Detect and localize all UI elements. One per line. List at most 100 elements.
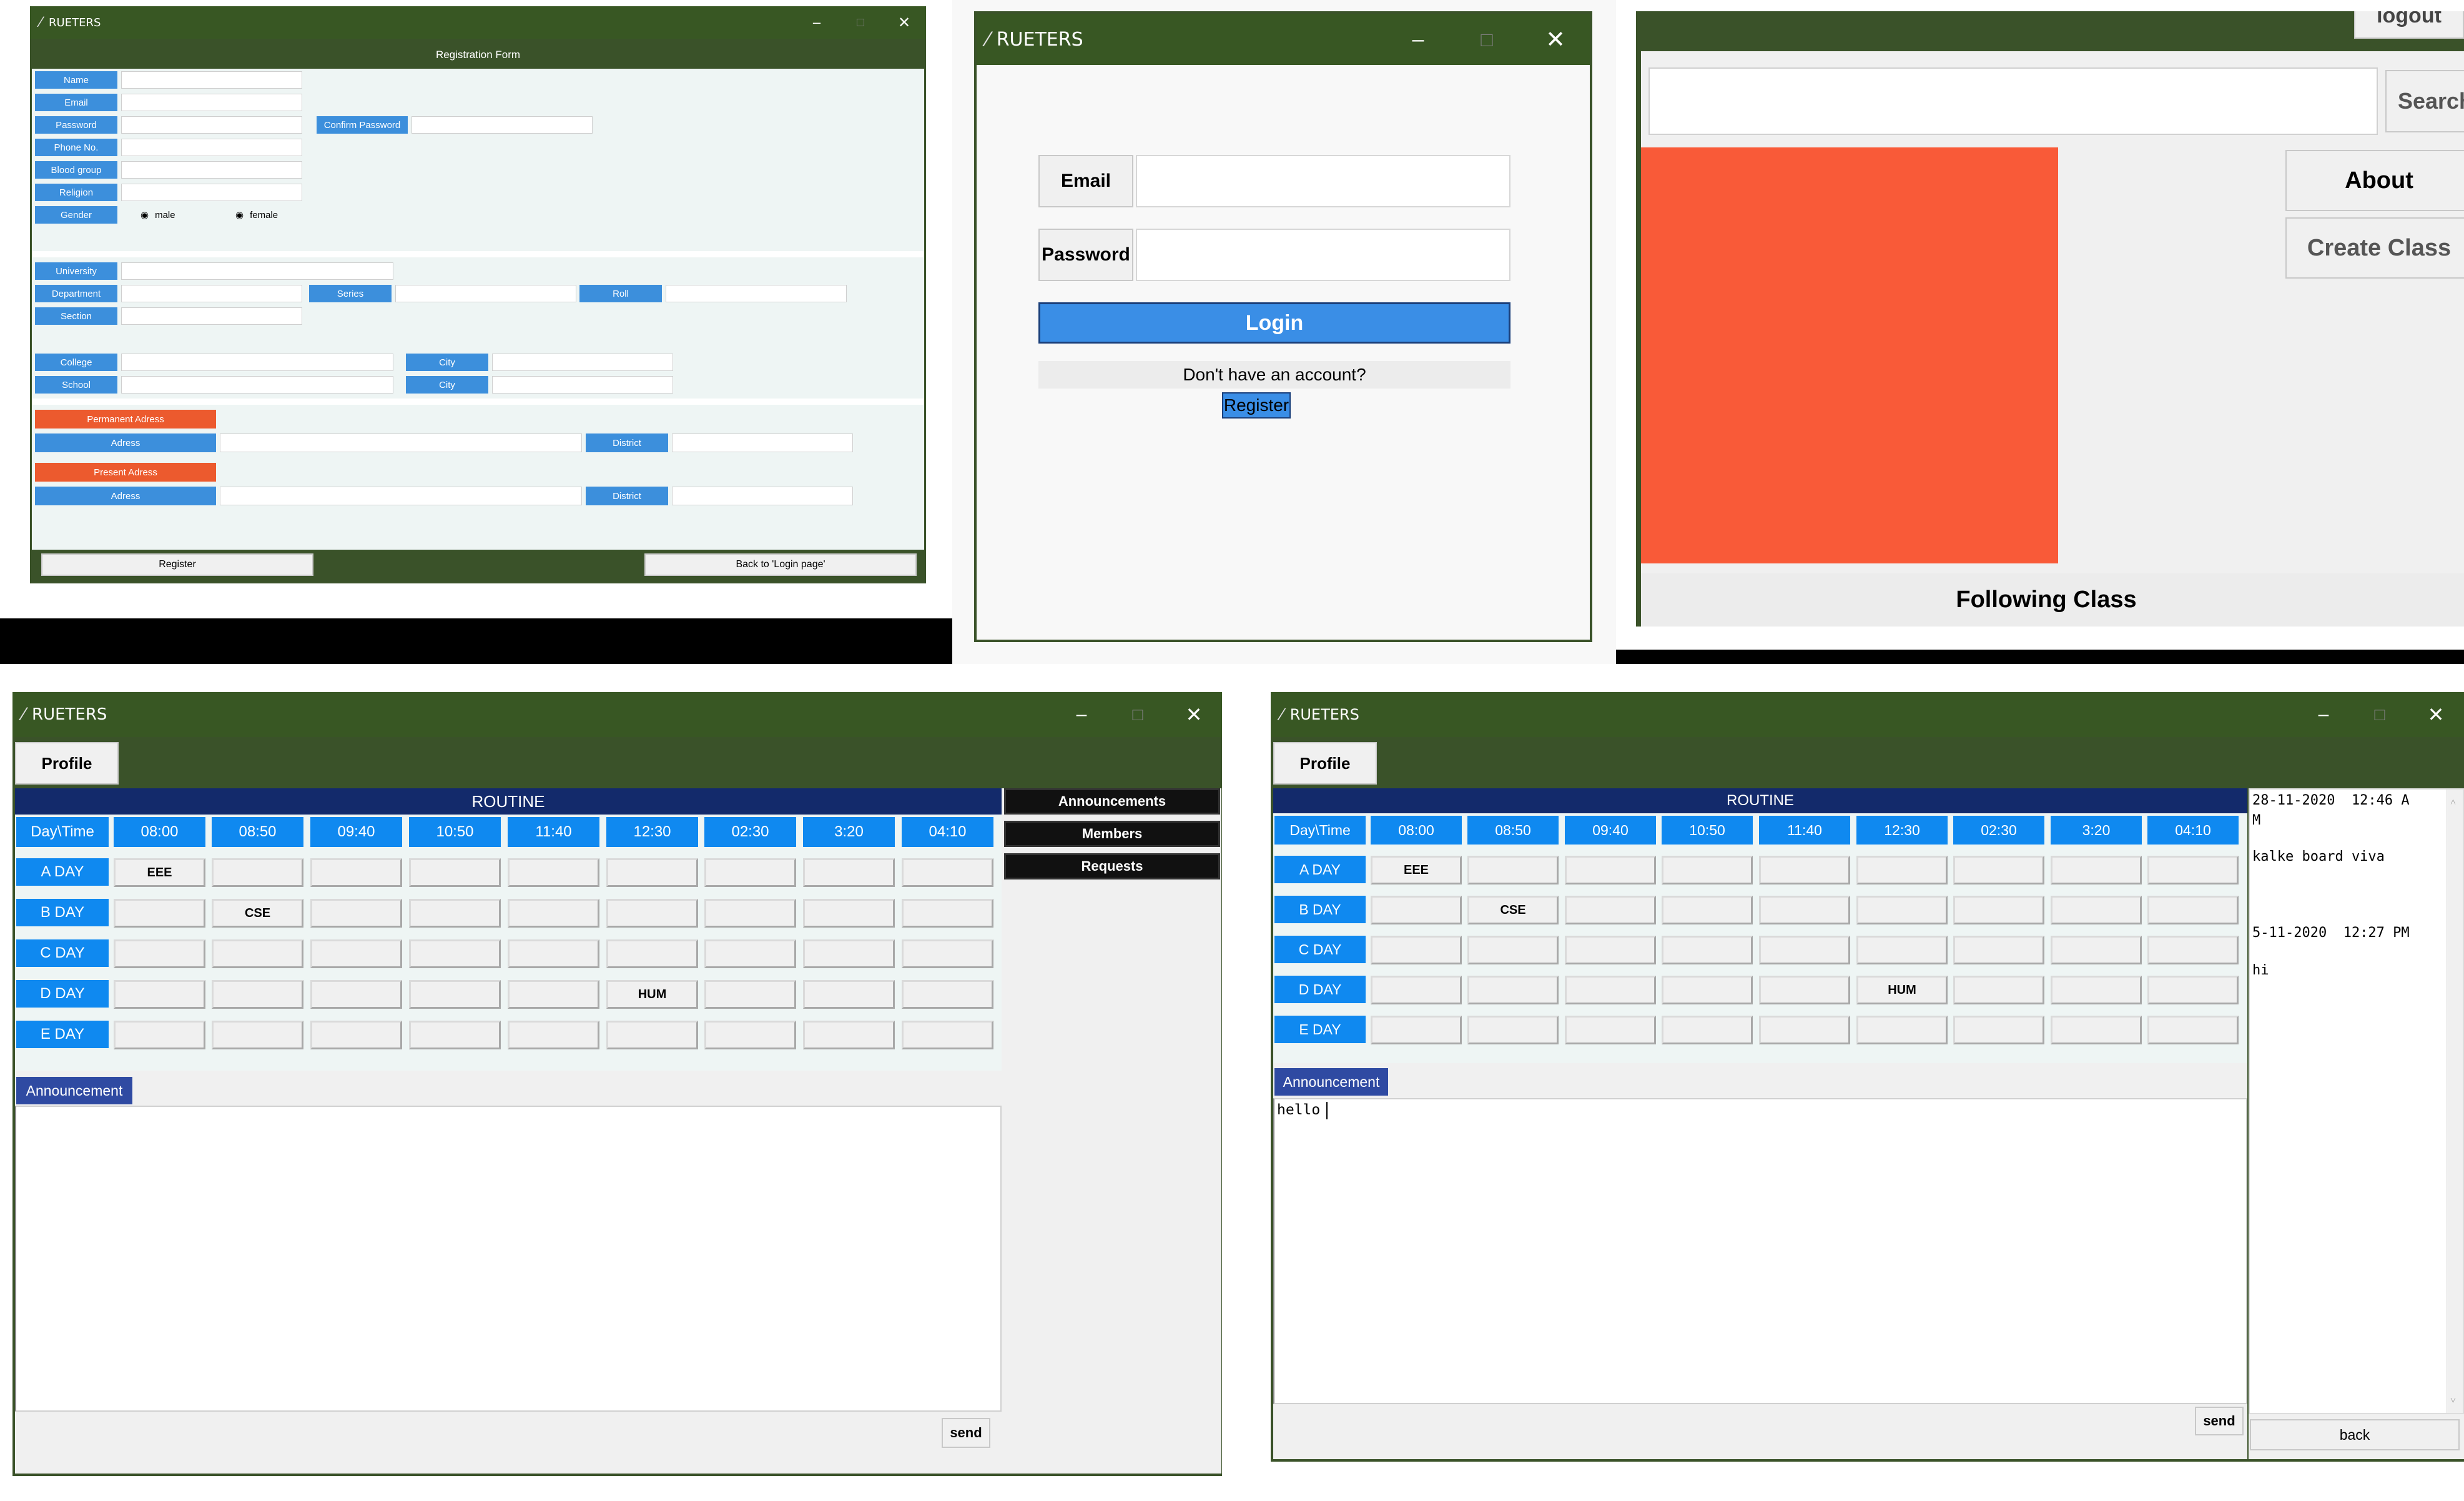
routine-cell[interactable] — [1371, 1016, 1462, 1044]
routine-cell[interactable] — [1759, 976, 1850, 1004]
routine-cell[interactable] — [1565, 976, 1656, 1004]
routine-cell[interactable] — [310, 858, 402, 887]
confirm-password-input[interactable] — [411, 116, 593, 134]
back-to-login-button[interactable]: Back to 'Login page' — [644, 553, 917, 576]
name-input[interactable] — [121, 71, 302, 89]
routine-cell[interactable] — [704, 939, 796, 968]
maximize-icon[interactable]: □ — [2352, 705, 2408, 725]
routine-cell[interactable] — [508, 899, 599, 928]
routine-cell[interactable] — [1662, 976, 1753, 1004]
routine-cell[interactable] — [704, 899, 796, 928]
routine-cell[interactable] — [409, 980, 501, 1009]
routine-cell[interactable] — [1662, 896, 1753, 924]
minimize-icon[interactable]: – — [1053, 704, 1110, 725]
send-button[interactable]: send — [2195, 1407, 2244, 1435]
routine-cell[interactable] — [1953, 1016, 2044, 1044]
routine-cell[interactable] — [114, 1021, 205, 1049]
religion-input[interactable] — [121, 184, 302, 201]
routine-cell[interactable] — [212, 1021, 303, 1049]
scrollbar[interactable]: ˄ ˅ — [2447, 790, 2463, 1413]
maximize-icon[interactable]: □ — [839, 16, 882, 30]
profile-button[interactable]: Profile — [1273, 742, 1377, 785]
password-input[interactable] — [121, 116, 302, 134]
routine-cell[interactable] — [2051, 896, 2142, 924]
login-button[interactable]: Login — [1038, 302, 1510, 344]
routine-cell[interactable] — [1953, 856, 2044, 884]
blood-group-input[interactable] — [121, 161, 302, 179]
routine-cell[interactable] — [1467, 936, 1559, 964]
routine-cell[interactable] — [1856, 856, 1948, 884]
minimize-icon[interactable]: – — [1384, 27, 1452, 52]
email-input[interactable] — [121, 94, 302, 111]
search-button[interactable]: Search — [2385, 70, 2464, 132]
routine-cell[interactable] — [1467, 856, 1559, 884]
routine-cell[interactable] — [1467, 1016, 1559, 1044]
minimize-icon[interactable]: – — [2295, 704, 2352, 725]
routine-cell[interactable] — [1856, 1016, 1948, 1044]
routine-cell[interactable] — [114, 980, 205, 1009]
announcement-textbox[interactable]: hello — [1273, 1098, 2247, 1404]
search-input[interactable] — [1648, 67, 2378, 135]
routine-cell[interactable] — [310, 1021, 402, 1049]
phone-input[interactable] — [121, 139, 302, 156]
class-color-tile[interactable] — [1641, 147, 2058, 563]
routine-cell[interactable] — [1856, 936, 1948, 964]
routine-cell[interactable] — [1371, 896, 1462, 924]
routine-cell[interactable] — [902, 939, 993, 968]
routine-cell[interactable] — [803, 899, 895, 928]
college-city-input[interactable] — [492, 354, 673, 371]
routine-cell[interactable] — [1953, 936, 2044, 964]
routine-cell[interactable] — [1759, 936, 1850, 964]
routine-cell[interactable] — [1565, 1016, 1656, 1044]
announcement-textbox[interactable] — [15, 1106, 1002, 1412]
routine-cell[interactable] — [1759, 896, 1850, 924]
maximize-icon[interactable]: □ — [1110, 705, 1166, 725]
routine-cell[interactable] — [114, 939, 205, 968]
routine-cell[interactable]: HUM — [1856, 976, 1948, 1004]
routine-cell[interactable] — [1953, 896, 2044, 924]
routine-cell[interactable] — [704, 858, 796, 887]
permanent-district-input[interactable] — [672, 433, 853, 452]
register-button[interactable]: Register — [41, 553, 313, 576]
requests-button[interactable]: Requests — [1004, 853, 1220, 879]
routine-cell[interactable] — [606, 939, 698, 968]
profile-button[interactable]: Profile — [15, 742, 119, 785]
routine-cell[interactable] — [606, 899, 698, 928]
routine-cell[interactable] — [212, 858, 303, 887]
minimize-icon[interactable]: – — [795, 14, 839, 31]
routine-cell[interactable] — [1662, 1016, 1753, 1044]
routine-cell[interactable] — [212, 980, 303, 1009]
routine-cell[interactable] — [803, 1021, 895, 1049]
routine-cell[interactable] — [409, 858, 501, 887]
routine-cell[interactable] — [1856, 896, 1948, 924]
routine-cell[interactable] — [902, 980, 993, 1009]
roll-input[interactable] — [666, 285, 847, 302]
announcement-feed[interactable]: 28-11-2020 12:46 A M kalke board viva 5-… — [2249, 788, 2464, 1414]
routine-cell[interactable] — [1759, 856, 1850, 884]
routine-cell[interactable] — [902, 899, 993, 928]
close-icon[interactable]: ✕ — [1521, 26, 1590, 54]
routine-cell[interactable] — [803, 980, 895, 1009]
routine-cell[interactable] — [1467, 976, 1559, 1004]
routine-cell[interactable] — [409, 899, 501, 928]
routine-cell[interactable] — [803, 858, 895, 887]
routine-cell[interactable] — [2147, 856, 2239, 884]
routine-cell[interactable] — [508, 980, 599, 1009]
routine-cell[interactable]: EEE — [1371, 856, 1462, 884]
routine-cell[interactable] — [1759, 1016, 1850, 1044]
email-input[interactable] — [1136, 155, 1510, 207]
routine-cell[interactable] — [1371, 976, 1462, 1004]
routine-cell[interactable] — [310, 899, 402, 928]
create-class-button[interactable]: Create Class — [2285, 217, 2464, 279]
college-input[interactable] — [121, 354, 393, 371]
routine-cell[interactable]: CSE — [1467, 896, 1559, 924]
close-icon[interactable]: ✕ — [882, 14, 926, 32]
logout-button[interactable]: logout — [2354, 11, 2464, 39]
routine-cell[interactable] — [310, 980, 402, 1009]
routine-cell[interactable] — [2147, 936, 2239, 964]
routine-cell[interactable] — [1565, 896, 1656, 924]
routine-cell[interactable] — [2051, 1016, 2142, 1044]
routine-cell[interactable] — [310, 939, 402, 968]
routine-cell[interactable] — [2147, 1016, 2239, 1044]
password-input[interactable] — [1136, 229, 1510, 281]
